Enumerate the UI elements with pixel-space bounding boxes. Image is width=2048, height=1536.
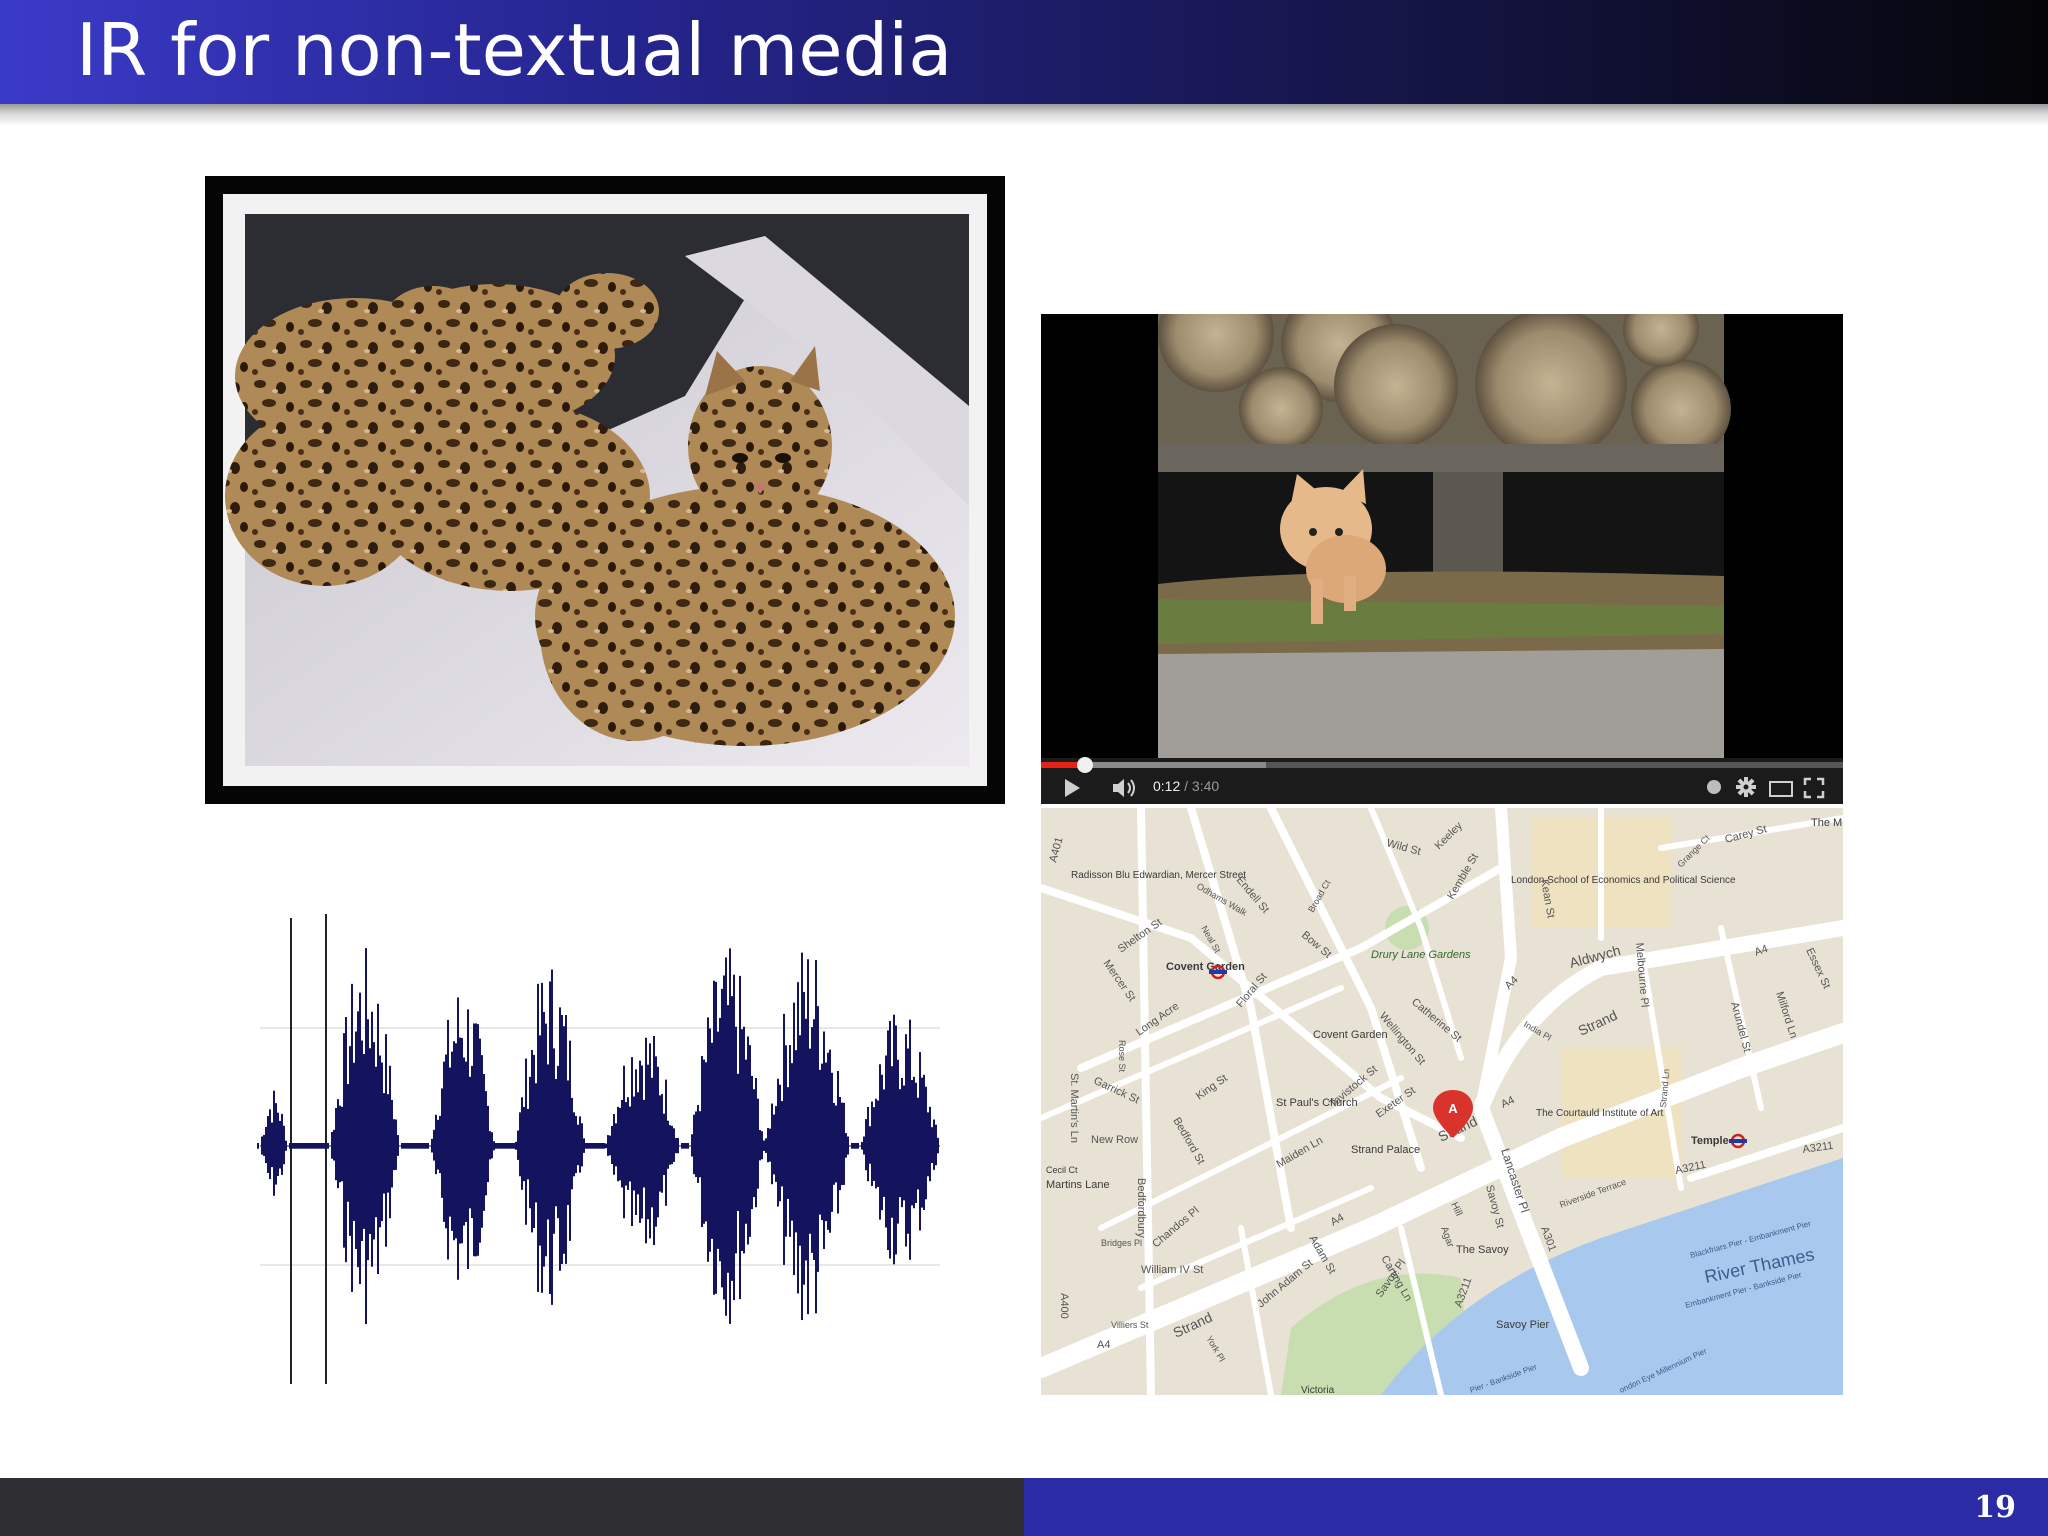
map-street-label: Villiers St [1111,1320,1149,1330]
map-place-label: The M [1811,817,1842,829]
kittens-photo [205,176,1005,804]
map-place-label: London School of Economics and Political… [1511,875,1736,886]
map-street-label: New Row [1091,1134,1138,1146]
map-street-label: Rose St [1117,1040,1127,1073]
time-total: 3:40 [1191,778,1220,794]
map-place-label: Savoy Pier [1496,1319,1550,1331]
map-marker-letter: A [1448,1101,1458,1116]
map-place-label: Covent Garden [1166,961,1245,973]
waveform-bars [257,948,939,1325]
map-place-label: Martins Lane [1046,1179,1110,1191]
map-place-label: Strand Palace [1351,1144,1420,1156]
slide-title: IR for non-textual media [76,8,953,92]
street-map[interactable]: Strand Strand Strand Aldwych A4 A4 A4 A4… [1041,808,1843,1395]
map-street-label: Bedfordbury [1135,1178,1147,1238]
time-separator: / [1180,778,1192,794]
page-number: 19 [1974,1490,2016,1525]
map-place-label: St Paul's Church [1276,1097,1358,1109]
progress-bar-track[interactable] [1041,757,1843,773]
video-frame [1041,314,1843,804]
map-place-label: Temple [1691,1135,1729,1147]
play-icon[interactable] [1065,779,1080,797]
title-bar-shadow [0,104,2048,126]
progress-bar-handle[interactable] [1077,757,1094,773]
map-place-label: Victoria [1301,1385,1335,1395]
map-place-label: Covent Garden [1313,1029,1388,1041]
audio-waveform [250,900,950,1390]
map-street-label: A400 [1058,1293,1070,1319]
watch-later-icon[interactable] [1707,780,1721,794]
video-player[interactable]: 0:12 / 3:40 [1041,314,1843,804]
map-street-label: A4 [1097,1339,1110,1351]
time-current: 0:12 [1153,778,1181,794]
map-street-label: William IV St [1141,1264,1203,1276]
map-street-label: Bridges Pl [1101,1238,1142,1248]
theater-mode-icon[interactable] [1769,781,1793,797]
map-place-label: The Savoy [1456,1244,1509,1256]
footer-left-bar [0,1478,1024,1536]
map-place-label: Radisson Blu Edwardian, Mercer Street [1071,870,1246,881]
map-place-label: Cecil Ct [1046,1165,1078,1175]
footer-right-bar: 19 [1024,1478,2048,1536]
video-controls: 0:12 / 3:40 [1041,772,1843,804]
map-place-label: The Courtauld Institute of Art [1536,1108,1664,1119]
settings-gear-icon[interactable] [1735,776,1757,802]
map-place-label: Drury Lane Gardens [1371,949,1471,961]
volume-icon[interactable] [1111,777,1137,803]
time-display: 0:12 / 3:40 [1153,778,1219,794]
fullscreen-icon[interactable] [1803,777,1825,803]
map-street-label: St. Martin's Ln [1068,1073,1080,1143]
title-bar: IR for non-textual media [0,0,2048,104]
